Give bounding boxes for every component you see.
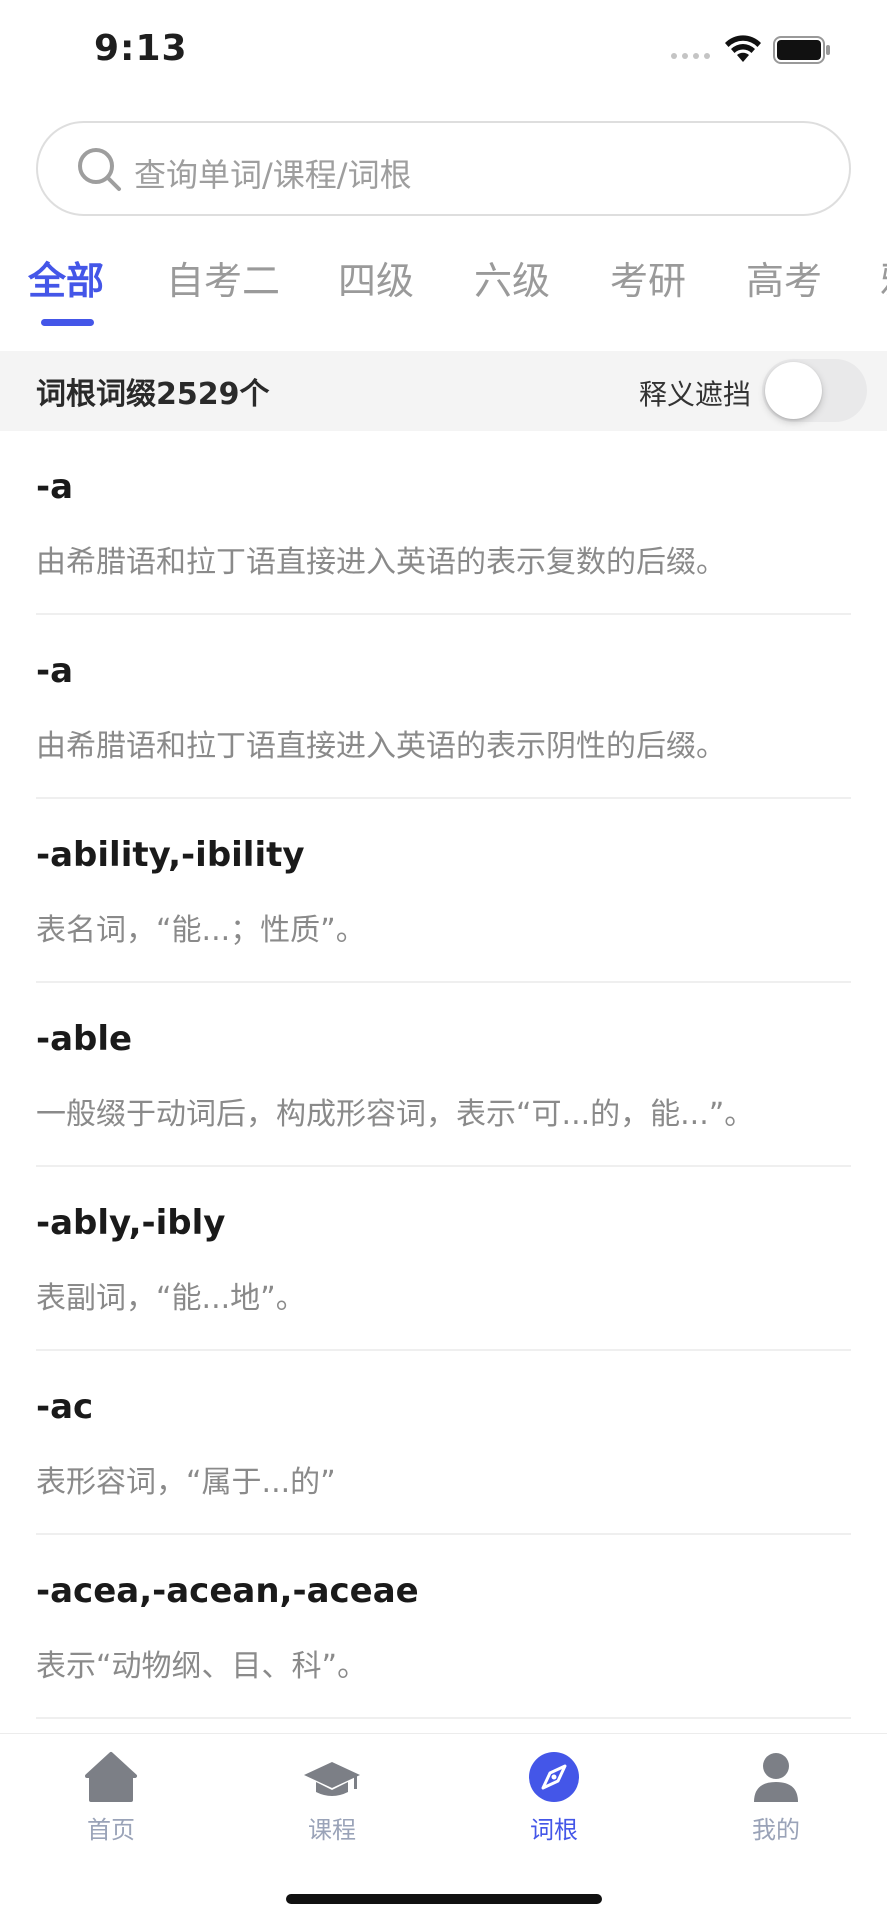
tab-cet6[interactable]: 六级 (474, 250, 550, 305)
list-item[interactable]: -ac 表形容词，“属于...的” (36, 1351, 851, 1535)
root-title: -ac (36, 1387, 94, 1427)
home-indicator (286, 1894, 602, 1904)
root-title: -ably,-ibly (36, 1203, 226, 1243)
tab-ielts[interactable]: 雅 (880, 250, 887, 305)
active-tab-indicator (41, 319, 94, 326)
tabbar-label: 首页 (87, 1816, 135, 1844)
root-description: 由希腊语和拉丁语直接进入英语的表示阴性的后缀。 (36, 729, 726, 764)
tabbar-label: 课程 (308, 1816, 356, 1844)
root-description: 表形容词，“属于...的” (36, 1465, 336, 1500)
toggle-knob (765, 362, 822, 419)
tabbar-item-course[interactable]: 课程 (267, 1748, 397, 1845)
count-bar: 词根词缀2529个 释义遮挡 (0, 351, 887, 431)
search-icon (78, 148, 121, 191)
tabbar-item-home[interactable]: 首页 (46, 1748, 176, 1845)
tabbar-item-mine[interactable]: 我的 (711, 1748, 841, 1845)
root-title: -able (36, 1019, 133, 1059)
status-bar: 9:13 (0, 0, 887, 100)
tabbar-item-roots[interactable]: 词根 (489, 1748, 619, 1845)
person-icon (754, 1753, 798, 1802)
root-description: 一般缀于动词后，构成形容词，表示“可...的，能...”。 (36, 1097, 755, 1132)
bottom-tab-bar: 首页 课程 词根 我的 (0, 1733, 887, 1920)
category-tabs: 全部 自考二 四级 六级 考研 高考 雅 (0, 240, 887, 330)
tab-gaokao[interactable]: 高考 (746, 250, 822, 305)
root-description: 由希腊语和拉丁语直接进入英语的表示复数的后缀。 (36, 545, 726, 580)
home-icon (85, 1752, 137, 1802)
tab-kaoyan[interactable]: 考研 (610, 250, 686, 305)
root-list: -a 由希腊语和拉丁语直接进入英语的表示复数的后缀。 -a 由希腊语和拉丁语直接… (0, 431, 887, 1719)
root-count: 词根词缀2529个 (36, 377, 270, 412)
tab-zikao[interactable]: 自考二 (166, 250, 280, 305)
status-time: 9:13 (94, 28, 188, 69)
wifi-icon (725, 35, 761, 62)
list-item[interactable]: -ability,-ibility 表名词，“能...；性质”。 (36, 799, 851, 983)
root-description: 表名词，“能...；性质”。 (36, 913, 366, 948)
root-title: -a (36, 467, 74, 507)
root-description: 表副词，“能...地”。 (36, 1281, 306, 1316)
root-title: -acea,-acean,-aceae (36, 1571, 419, 1611)
search-bar[interactable]: 查询单词/课程/词根 (36, 121, 851, 216)
mask-toggle-label: 释义遮挡 (639, 378, 752, 411)
list-item[interactable]: -a 由希腊语和拉丁语直接进入英语的表示阴性的后缀。 (36, 615, 851, 799)
tab-cet4[interactable]: 四级 (338, 250, 414, 305)
graduation-cap-icon (304, 1762, 360, 1796)
cellular-signal-icon (671, 53, 710, 59)
compass-icon (529, 1752, 579, 1802)
search-input[interactable]: 查询单词/课程/词根 (134, 150, 412, 196)
tab-all[interactable]: 全部 (28, 250, 104, 305)
root-description: 表示“动物纲、目、科”。 (36, 1649, 368, 1684)
list-item[interactable]: -acea,-acean,-aceae 表示“动物纲、目、科”。 (36, 1535, 851, 1719)
list-item[interactable]: -able 一般缀于动词后，构成形容词，表示“可...的，能...”。 (36, 983, 851, 1167)
root-title: -ability,-ibility (36, 835, 305, 875)
list-item[interactable]: -a 由希腊语和拉丁语直接进入英语的表示复数的后缀。 (36, 431, 851, 615)
tabbar-label: 词根 (530, 1816, 578, 1844)
root-title: -a (36, 651, 74, 691)
list-item[interactable]: -ably,-ibly 表副词，“能...地”。 (36, 1167, 851, 1351)
tabbar-label: 我的 (752, 1816, 800, 1844)
mask-toggle[interactable] (762, 359, 867, 422)
battery-icon (773, 36, 830, 64)
